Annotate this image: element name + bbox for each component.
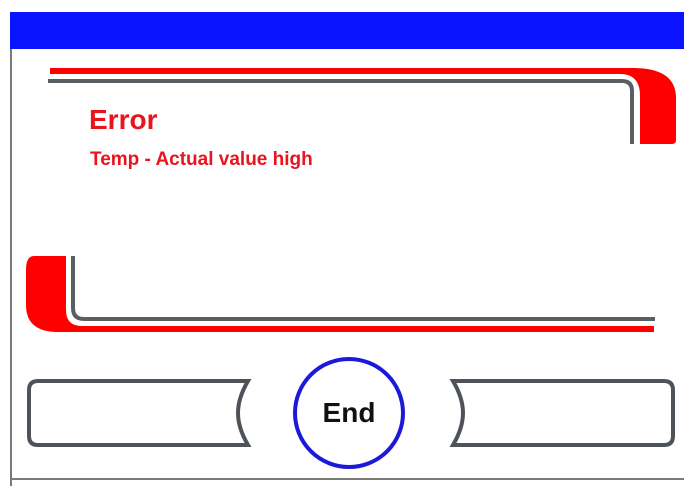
end-button[interactable]: End (292, 356, 406, 470)
end-button-label: End (322, 397, 376, 428)
left-soft-button-shape (27, 379, 252, 447)
screen: Error Temp - Actual value high End (0, 0, 684, 486)
error-message: Temp - Actual value high (90, 149, 313, 170)
left-soft-button[interactable] (26, 378, 252, 448)
frame-bottom-gray-line (71, 256, 655, 321)
right-soft-button[interactable] (448, 378, 676, 448)
error-title: Error (89, 104, 158, 135)
right-soft-button-shape (449, 379, 675, 447)
